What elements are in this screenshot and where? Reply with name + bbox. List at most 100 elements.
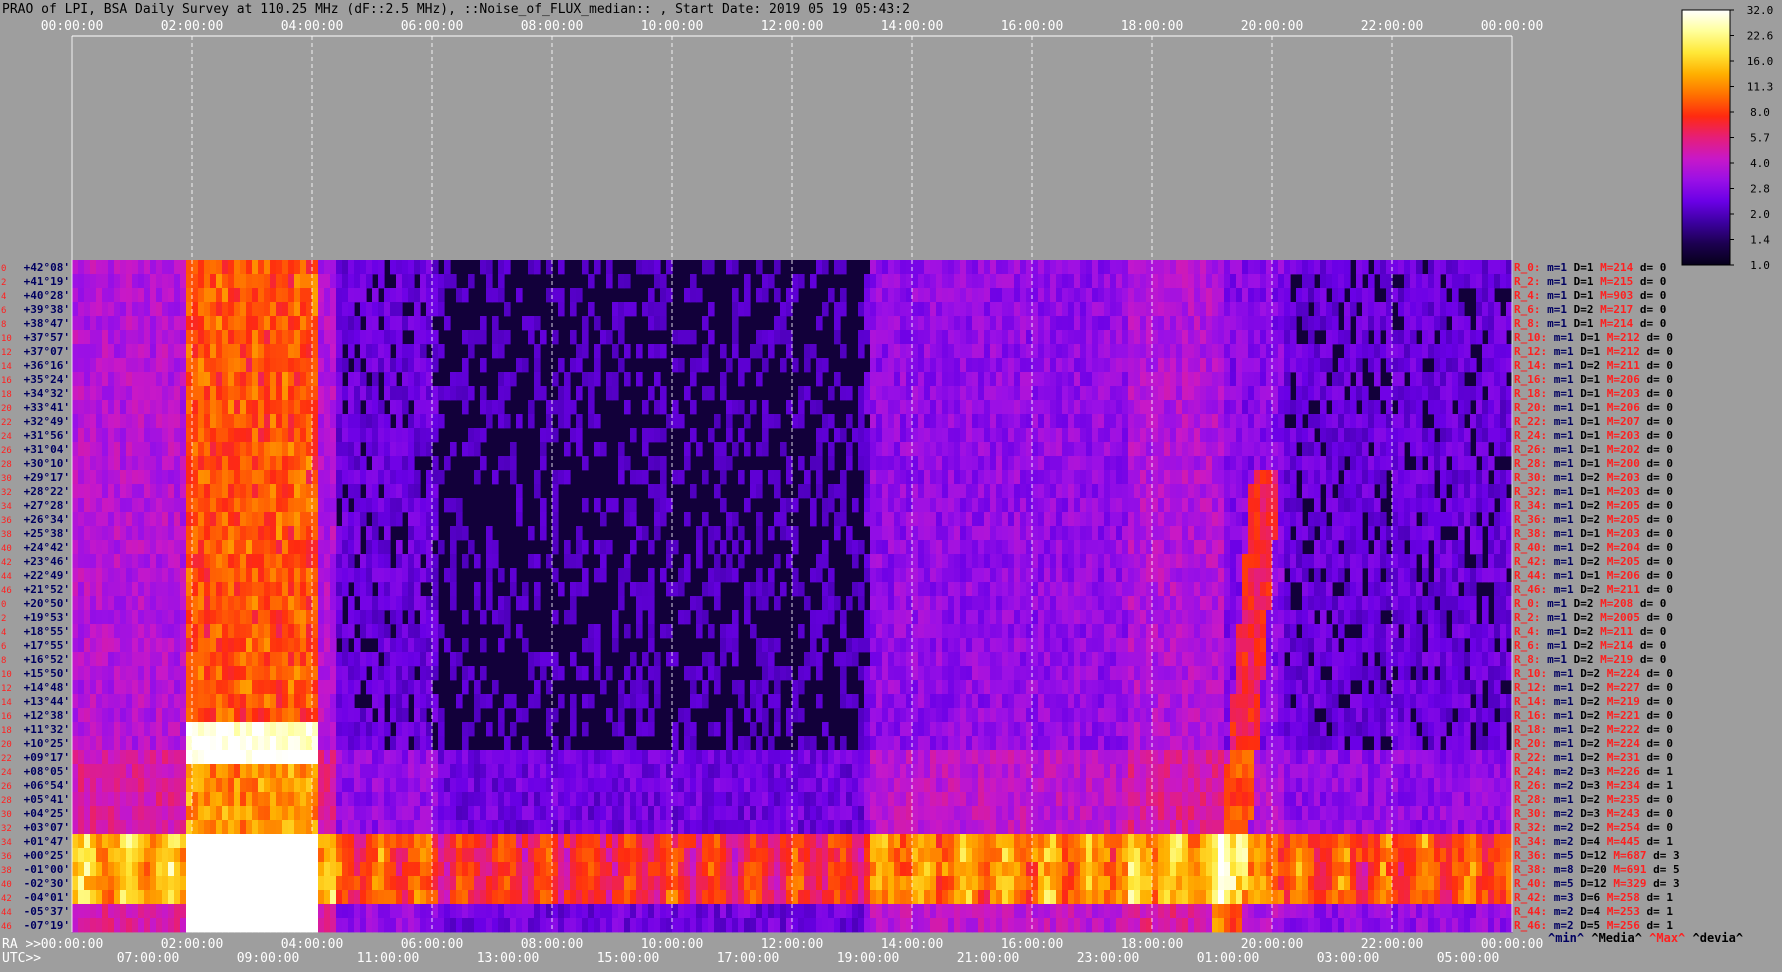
heatmap-cell — [504, 372, 511, 387]
heatmap-cell — [900, 568, 907, 583]
heatmap-cell — [72, 568, 79, 583]
heatmap-cell — [1500, 554, 1507, 569]
heatmap-cell — [870, 316, 877, 331]
heatmap-cell — [882, 610, 889, 625]
heatmap-cell — [1218, 498, 1225, 513]
heatmap-cell — [270, 358, 277, 373]
heatmap-cell — [606, 330, 613, 345]
heatmap-cell — [1182, 302, 1189, 317]
heatmap-cell — [846, 540, 853, 555]
heatmap-cell — [1038, 582, 1045, 597]
heatmap-cell — [1452, 512, 1459, 527]
heatmap-cell — [642, 428, 649, 443]
heatmap-cell — [342, 526, 349, 541]
heatmap-cell — [1458, 414, 1465, 429]
heatmap-cell — [294, 540, 301, 555]
heatmap-cell — [1302, 274, 1309, 289]
heatmap-cell — [900, 582, 907, 597]
heatmap-cell — [372, 498, 379, 513]
heatmap-cell — [984, 344, 991, 359]
heatmap-cell — [162, 274, 169, 289]
heatmap-cell — [1314, 372, 1321, 387]
heatmap-cell — [1044, 456, 1051, 471]
heatmap-cell — [1362, 610, 1369, 625]
heatmap-cell — [1314, 554, 1321, 569]
heatmap-cell — [432, 624, 439, 639]
heatmap-cell — [1038, 568, 1045, 583]
heatmap-cell — [594, 540, 601, 555]
heatmap-cell — [330, 274, 337, 289]
heatmap-cell — [1488, 414, 1495, 429]
heatmap-cell — [1308, 330, 1315, 345]
heatmap-cell — [816, 260, 823, 275]
heatmap-cell — [1194, 274, 1201, 289]
heatmap-cell — [276, 428, 283, 443]
heatmap-cell — [324, 568, 331, 583]
heatmap-cell — [990, 274, 997, 289]
heatmap-cell — [930, 596, 937, 611]
heatmap-cell — [1302, 302, 1309, 317]
heatmap-cell — [810, 624, 817, 639]
heatmap-cell — [1332, 288, 1339, 303]
heatmap-cell — [1332, 456, 1339, 471]
heatmap-cell — [678, 610, 685, 625]
heatmap-cell — [1110, 596, 1117, 611]
heatmap-cell — [756, 344, 763, 359]
heatmap-cell — [1458, 344, 1465, 359]
heatmap-cell — [912, 386, 919, 401]
heatmap-cell — [618, 582, 625, 597]
heatmap-cell — [1128, 484, 1135, 499]
heatmap-cell — [354, 260, 361, 275]
heatmap-cell — [558, 400, 565, 415]
heatmap-cell — [1452, 288, 1459, 303]
heatmap-cell — [822, 582, 829, 597]
heatmap-cell — [1260, 428, 1267, 443]
heatmap-cell — [318, 596, 325, 611]
heatmap-cell — [396, 428, 403, 443]
heatmap-cell — [456, 526, 463, 541]
heatmap-cell — [432, 554, 439, 569]
heatmap-cell — [126, 624, 133, 639]
heatmap-cell — [648, 596, 655, 611]
heatmap-cell — [1344, 526, 1351, 541]
heatmap-cell — [528, 554, 535, 569]
heatmap-cell — [222, 554, 229, 569]
heatmap-cell — [120, 610, 127, 625]
heatmap-cell — [648, 302, 655, 317]
heatmap-cell — [366, 596, 373, 611]
heatmap-cell — [456, 288, 463, 303]
heatmap-cell — [96, 568, 103, 583]
heatmap-cell — [1116, 470, 1123, 485]
heatmap-cell — [90, 554, 97, 569]
heatmap-cell — [288, 624, 295, 639]
heatmap-cell — [1116, 610, 1123, 625]
heatmap-cell — [474, 596, 481, 611]
heatmap-cell — [798, 414, 805, 429]
heatmap-cell — [1500, 358, 1507, 373]
heatmap-cell — [1218, 344, 1225, 359]
heatmap-cell — [150, 330, 157, 345]
heatmap-cell — [1092, 344, 1099, 359]
heatmap-cell — [372, 540, 379, 555]
heatmap-cell — [348, 540, 355, 555]
heatmap-cell — [222, 316, 229, 331]
heatmap-cell — [648, 484, 655, 499]
heatmap-cell — [1434, 358, 1441, 373]
heatmap-cell — [1398, 554, 1405, 569]
heatmap-cell — [1272, 302, 1279, 317]
heatmap-cell — [168, 358, 175, 373]
heatmap-cell — [318, 428, 325, 443]
heatmap-cell — [294, 442, 301, 457]
heatmap-cell — [1272, 344, 1279, 359]
heatmap-cell — [1098, 302, 1105, 317]
heatmap-cell — [852, 582, 859, 597]
heatmap-cell — [732, 316, 739, 331]
heatmap-cell — [72, 484, 79, 499]
heatmap-cell — [402, 498, 409, 513]
heatmap-cell — [1206, 442, 1213, 457]
heatmap-cell — [288, 512, 295, 527]
heatmap-cell — [1164, 400, 1171, 415]
heatmap-cell — [1182, 414, 1189, 429]
heatmap-cell — [156, 400, 163, 415]
heatmap-cell — [288, 316, 295, 331]
